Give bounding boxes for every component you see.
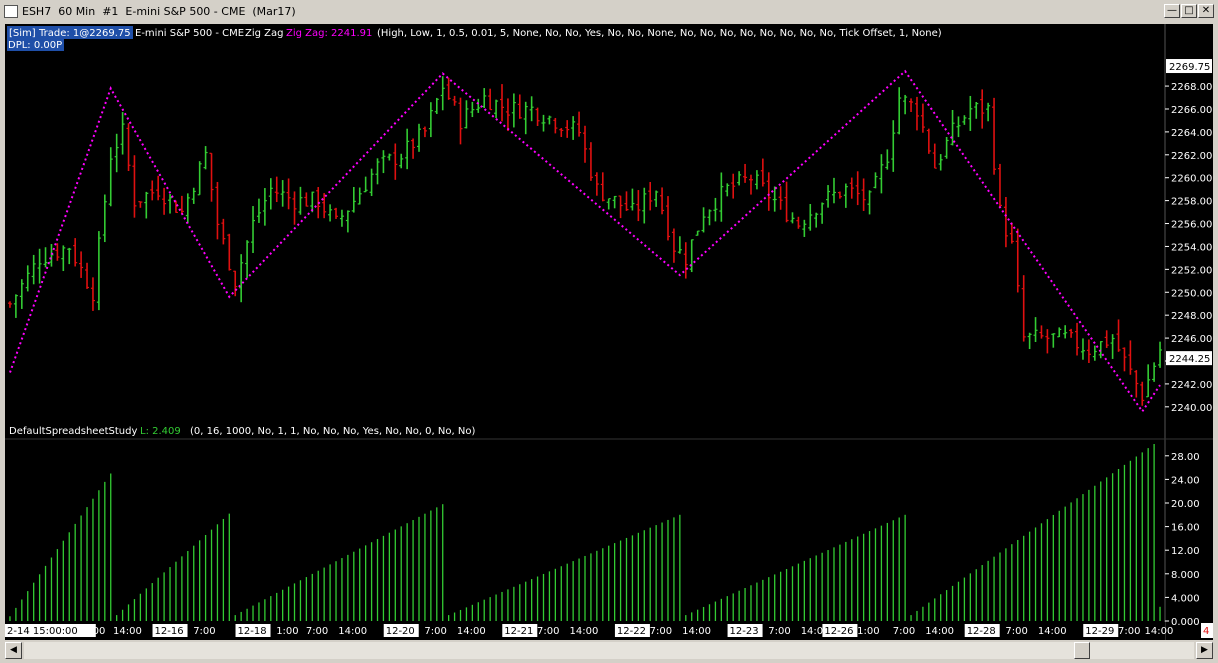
price-tick-label: 2254.00 <box>1171 242 1212 253</box>
time-label: 2-14 15:00:00 <box>7 626 78 637</box>
study2-last-value: L: 2.409 <box>140 426 181 437</box>
arrow-right-icon: ▶ <box>1201 645 1208 655</box>
scroll-box-label[interactable]: 4 <box>1203 626 1209 637</box>
sim-badge: [Sim] <box>9 28 36 39</box>
price-tick-label: 2258.00 <box>1171 197 1212 208</box>
study-tick-label: 20.00 <box>1171 499 1200 510</box>
window-title: ESH7 60 Min #1 E-mini S&P 500 - CME (Mar… <box>22 5 296 18</box>
price-tick-label: 2250.00 <box>1171 288 1212 299</box>
time-label: 14:00 <box>925 626 954 637</box>
time-label: 12-18 <box>238 626 267 637</box>
time-label: 12-23 <box>730 626 759 637</box>
zigzag-params: (High, Low, 1, 0.5, 0.01, 5, None, No, N… <box>377 28 942 39</box>
time-label: 12-26 <box>824 626 853 637</box>
time-label: 7:00 <box>424 626 446 637</box>
time-label: 12-29 <box>1085 626 1114 637</box>
close-icon: ✕ <box>1201 5 1211 16</box>
time-label: 12-28 <box>967 626 996 637</box>
price-tick-label: 2268.00 <box>1171 82 1212 93</box>
time-label: 14:00 <box>1145 626 1174 637</box>
time-label: 00 <box>93 626 106 637</box>
price-tick-label: 2252.00 <box>1171 265 1212 276</box>
minimize-icon: — <box>1167 5 1177 16</box>
time-label: 14:00 <box>457 626 486 637</box>
time-label: 7:00 <box>193 626 215 637</box>
time-label: 7:00 <box>306 626 328 637</box>
time-label: 7:00 <box>1005 626 1027 637</box>
time-label: 7:00 <box>650 626 672 637</box>
study2-params: (0, 16, 1000, No, 1, 1, No, No, No, Yes,… <box>190 426 475 437</box>
horizontal-scrollbar[interactable]: ◀ ▶ <box>0 640 1218 663</box>
close-button[interactable]: ✕ <box>1198 4 1214 18</box>
study-tick-label: 12.00 <box>1171 546 1200 557</box>
time-label: 12-20 <box>386 626 415 637</box>
time-label: 14:00 <box>682 626 711 637</box>
time-label: 7:00 <box>537 626 559 637</box>
chart-canvas[interactable]: 2240.002242.002244.002246.002248.002250.… <box>5 24 1213 640</box>
price-tick-label: 2256.00 <box>1171 220 1212 231</box>
last-price-label: 2244.25 <box>1169 354 1210 365</box>
study-tick-label: 4.000 <box>1171 593 1200 604</box>
high-price-label: 2269.75 <box>1169 62 1210 73</box>
time-label: 14:00 <box>1038 626 1067 637</box>
price-tick-label: 2266.00 <box>1171 105 1212 116</box>
scroll-right-button[interactable]: ▶ <box>1196 642 1213 659</box>
price-tick-label: 2264.00 <box>1171 128 1212 139</box>
price-tick-label: 2260.00 <box>1171 174 1212 185</box>
chart-app-icon[interactable] <box>4 5 18 18</box>
maximize-button[interactable]: □ <box>1181 4 1197 18</box>
time-label: 1:00 <box>857 626 879 637</box>
time-label: 7:00 <box>893 626 915 637</box>
time-axis[interactable]: 2-14 15:00:00 00 14:00 12-16 7:00 12-18 1:00 7:… <box>5 622 1213 640</box>
title-bar[interactable]: ESH7 60 Min #1 E-mini S&P 500 - CME (Mar… <box>0 0 1218 24</box>
price-tick-label: 2248.00 <box>1171 311 1212 322</box>
price-tick-label: 2242.00 <box>1171 380 1212 391</box>
study-tick-label: 16.00 <box>1171 523 1200 534</box>
time-label: 1:00 <box>276 626 298 637</box>
time-label: 12-16 <box>155 626 184 637</box>
time-label: 14:00 <box>113 626 142 637</box>
price-tick-label: 2246.00 <box>1171 334 1212 345</box>
time-label: 14:00 <box>338 626 367 637</box>
price-tick-label: 2262.00 <box>1171 151 1212 162</box>
dpl-text: DPL: 0.00P <box>8 40 62 51</box>
symbol-text: E-mini S&P 500 - CME <box>135 28 244 39</box>
study-name[interactable]: Zig Zag <box>245 28 283 39</box>
study-tick-label: 28.00 <box>1171 452 1200 463</box>
arrow-left-icon: ◀ <box>10 645 17 655</box>
time-label: 7:00 <box>1118 626 1140 637</box>
time-label: 7:00 <box>768 626 790 637</box>
scroll-left-button[interactable]: ◀ <box>5 642 22 659</box>
time-label: 14:00 <box>570 626 599 637</box>
study2-name[interactable]: DefaultSpreadsheetStudy <box>9 426 137 437</box>
scroll-thumb[interactable] <box>1074 642 1090 659</box>
study-tick-label: 8.000 <box>1171 570 1200 581</box>
minimize-button[interactable]: — <box>1164 4 1180 18</box>
study-tick-label: 0.000 <box>1171 617 1200 628</box>
maximize-icon: □ <box>1184 5 1194 16</box>
zigzag-value: Zig Zag: 2241.91 <box>286 28 372 39</box>
trade-text: Trade: 1@2269.75 <box>38 28 131 39</box>
scroll-track[interactable] <box>24 642 1194 659</box>
time-label: 12-21 <box>504 626 533 637</box>
study-tick-label: 24.00 <box>1171 475 1200 486</box>
time-label: 12-22 <box>617 626 646 637</box>
chart-window: ESH7 60 Min #1 E-mini S&P 500 - CME (Mar… <box>0 0 1218 663</box>
price-tick-label: 2240.00 <box>1171 403 1212 414</box>
